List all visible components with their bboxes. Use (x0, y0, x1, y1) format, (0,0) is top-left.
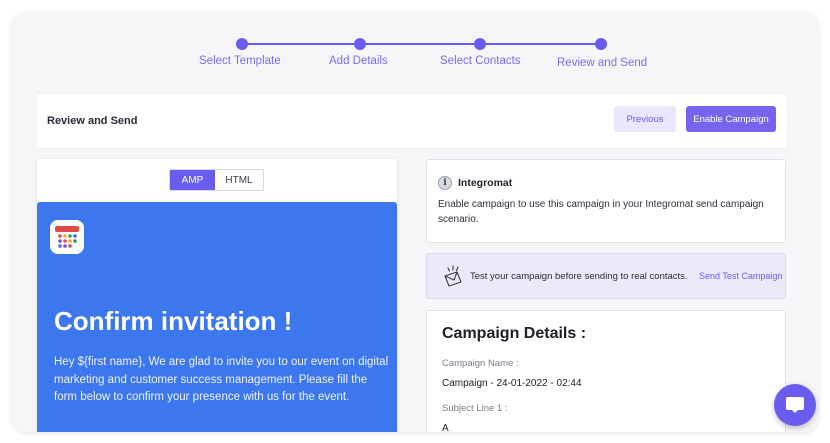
campaign-details-title: Campaign Details : (442, 325, 587, 342)
enable-campaign-button[interactable]: Enable Campaign (686, 106, 776, 132)
email-preview-card: AMP HTML Confirm invitation ! Hey ${firs… (37, 159, 397, 432)
calendar-icon (50, 220, 84, 254)
step-label-select-template[interactable]: Select Template (199, 55, 281, 67)
email-heading: Confirm invitation ! (54, 306, 293, 336)
step-dot-review-and-send[interactable] (595, 38, 607, 50)
info-icon: i (438, 176, 452, 190)
step-label-review-and-send[interactable]: Review and Send (557, 57, 647, 69)
envelope-icon (444, 265, 462, 287)
subject-line-label: Subject Line 1 : (442, 403, 508, 414)
test-campaign-bar: Test your campaign before sending to rea… (426, 253, 786, 299)
email-preview: Confirm invitation ! Hey ${first name}, … (37, 202, 397, 432)
integromat-title: Integromat (458, 177, 513, 189)
integromat-card: i Integromat Enable campaign to use this… (426, 159, 786, 243)
chat-button[interactable] (774, 384, 816, 426)
stepper-connector (242, 43, 360, 45)
tab-amp[interactable]: AMP (170, 170, 215, 190)
email-body-text: Hey ${first name}, We are glad to invite… (54, 356, 389, 403)
stepper-connector (360, 43, 480, 45)
step-label-add-details[interactable]: Add Details (329, 55, 388, 67)
app-frame: Select Template Add Details Select Conta… (12, 12, 818, 432)
step-label-select-contacts[interactable]: Select Contacts (440, 55, 521, 67)
campaign-name-value: Campaign - 24-01-2022 - 02:44 (442, 378, 582, 389)
step-dot-select-contacts[interactable] (474, 38, 486, 50)
send-test-campaign-link[interactable]: Send Test Campaign (699, 271, 782, 281)
chat-icon (786, 397, 804, 413)
campaign-details-card: Campaign Details : Campaign Name : Campa… (426, 310, 786, 432)
integromat-description: Enable campaign to use this campaign in … (438, 199, 764, 225)
test-campaign-text: Test your campaign before sending to rea… (470, 271, 688, 282)
step-dot-select-template[interactable] (236, 38, 248, 50)
progress-stepper: Select Template Add Details Select Conta… (12, 12, 818, 92)
previous-button[interactable]: Previous (614, 106, 676, 132)
page-title: Review and Send (47, 115, 138, 127)
tab-html[interactable]: HTML (215, 170, 263, 190)
format-toggle: AMP HTML (169, 169, 264, 191)
subject-line-value: A (442, 423, 449, 432)
campaign-name-label: Campaign Name : (442, 358, 519, 369)
stepper-connector (480, 43, 601, 45)
review-header: Review and Send Previous Enable Campaign (37, 93, 786, 149)
step-dot-add-details[interactable] (354, 38, 366, 50)
